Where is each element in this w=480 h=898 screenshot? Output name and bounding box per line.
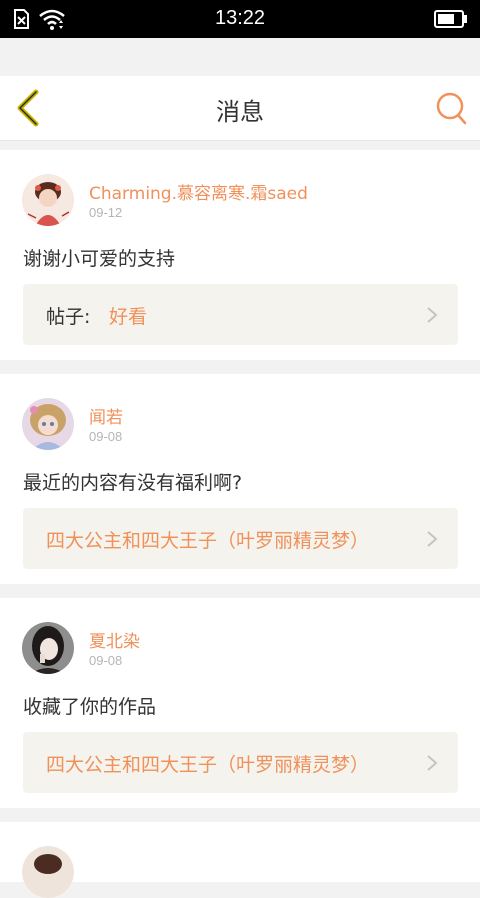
post-title: 四大公主和四大王子（叶罗丽精灵梦）: [46, 530, 370, 552]
message-card: 闻若 09-08 最近的内容有没有福利啊? 四大公主和四大王子（叶罗丽精灵梦）: [0, 374, 480, 584]
avatar[interactable]: [22, 622, 74, 674]
message-content: 最近的内容有没有福利啊?: [23, 472, 243, 494]
status-time: 13:22: [214, 7, 266, 29]
post-prefix: 帖子:: [46, 306, 91, 328]
chevron-right-icon: [427, 755, 438, 771]
battery-icon: [434, 10, 467, 28]
search-icon[interactable]: [434, 90, 468, 126]
top-nav-bar: 消息: [0, 76, 480, 141]
post-title: 好看: [109, 306, 148, 328]
post-title: 四大公主和四大王子（叶罗丽精灵梦）: [46, 754, 370, 776]
status-bar: 13:22: [0, 0, 480, 38]
sender-name[interactable]: 夏北染: [89, 627, 140, 652]
sender-name[interactable]: 闻若: [89, 403, 123, 428]
sender-name[interactable]: Charming.慕容离寒.霜saed: [89, 179, 308, 204]
message-list: Charming.慕容离寒.霜saed 09-12 谢谢小可爱的支持 帖子: 好…: [0, 150, 480, 898]
message-card: [0, 822, 480, 898]
message-date: 09-08: [89, 653, 123, 668]
message-card: Charming.慕容离寒.霜saed 09-12 谢谢小可爱的支持 帖子: 好…: [0, 150, 480, 360]
message-content: 收藏了你的作品: [23, 696, 157, 718]
post-link[interactable]: 帖子: 好看: [23, 284, 458, 345]
message-card: 夏北染 09-08 收藏了你的作品 四大公主和四大王子（叶罗丽精灵梦）: [0, 598, 480, 808]
message-content: 谢谢小可爱的支持: [23, 248, 176, 270]
message-date: 09-08: [89, 429, 123, 444]
message-date: 09-12: [89, 205, 123, 220]
avatar[interactable]: [22, 398, 74, 450]
post-link[interactable]: 四大公主和四大王子（叶罗丽精灵梦）: [23, 508, 458, 569]
avatar[interactable]: [22, 174, 74, 226]
post-link[interactable]: 四大公主和四大王子（叶罗丽精灵梦）: [23, 732, 458, 793]
page-title: 消息: [216, 98, 264, 126]
chevron-right-icon: [427, 307, 438, 323]
chevron-right-icon: [427, 531, 438, 547]
